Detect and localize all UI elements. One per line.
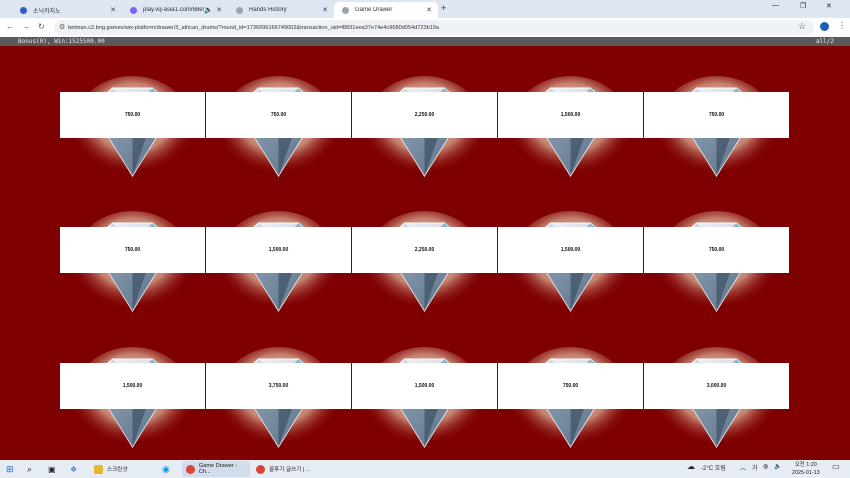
taskbar-app-label: 스크린샷 <box>107 467 128 473</box>
reload-icon[interactable]: ↻ <box>38 22 45 31</box>
prize-amount: 750.00 <box>206 92 351 138</box>
tab-title: Hands History <box>249 7 287 13</box>
game-status-bar: Bonus(0), Win:1525500.00 all/2 <box>0 37 850 46</box>
browser-tab-3[interactable]: Hands History ✕ <box>228 2 334 18</box>
prize-amount: 750.00 <box>644 92 789 138</box>
prize-cell: 750.00 <box>644 73 789 197</box>
prize-cell: 750.00 <box>60 73 205 197</box>
close-window-icon[interactable]: ✕ <box>826 2 832 10</box>
prize-cell: 1,500.00 <box>498 73 643 197</box>
volume-icon[interactable]: 🔈 <box>774 463 781 470</box>
clock-time: 오전 1:20 <box>794 462 817 468</box>
profile-avatar[interactable] <box>820 22 829 31</box>
prize-amount: 3,000.00 <box>644 363 789 409</box>
prize-amount: 1,500.00 <box>498 227 643 273</box>
weather-cloud-icon: ☁ <box>687 462 695 471</box>
prize-cell: 3,750.00 <box>206 344 351 460</box>
browser-tab-1[interactable]: 소닉카지노 ✕ <box>12 2 122 18</box>
prize-amount: 750.00 <box>644 227 789 273</box>
address-bar[interactable]: ⚙ betman.c2.bng.games/wix-platform/drawe… <box>54 20 814 35</box>
taskbar-app-screenshot[interactable]: 스크린샷 <box>90 461 156 477</box>
browser-tab-4[interactable]: Game Drawer ✕ <box>334 2 438 18</box>
prize-amount: 1,500.00 <box>206 227 351 273</box>
prize-amount: 1,500.00 <box>352 363 497 409</box>
system-clock[interactable]: 오전 1:20 2025-01-13 <box>792 461 820 477</box>
chrome-icon <box>186 464 195 474</box>
speaker-icon[interactable]: 🔈 <box>204 6 213 14</box>
windows-taskbar: ⊞ ⌕ ▣ ❖ 스크린샷 ◉ Game Drawer - Ch... 꿀후기 글… <box>0 460 850 478</box>
close-tab-icon[interactable]: ✕ <box>216 6 222 14</box>
prize-amount: 2,250.00 <box>352 92 497 138</box>
chrome-icon <box>256 464 265 474</box>
close-tab-icon[interactable]: ✕ <box>322 6 328 14</box>
search-icon[interactable]: ⌕ <box>27 460 32 478</box>
close-tab-icon[interactable]: ✕ <box>426 6 432 14</box>
show-hidden-icons-icon[interactable]: ︿ <box>740 463 746 472</box>
minimize-icon[interactable]: — <box>772 2 779 9</box>
prize-cell: 750.00 <box>498 344 643 460</box>
taskbar-app-chrome-game-drawer[interactable]: Game Drawer - Ch... <box>182 461 250 477</box>
notifications-icon[interactable]: ▭ <box>832 462 840 471</box>
prize-cell: 1,500.00 <box>206 208 351 332</box>
new-tab-icon[interactable]: + <box>441 3 446 13</box>
taskbar-app-chrome-review[interactable]: 꿀후기 글쓰기 | ... <box>252 461 322 477</box>
prize-cell: 750.00 <box>644 208 789 332</box>
bookmark-star-icon[interactable]: ☆ <box>798 21 806 32</box>
game-drawer-view: Bonus(0), Win:1525500.00 all/2 750.00 75… <box>0 37 850 460</box>
clock-date: 2025-01-13 <box>792 470 820 476</box>
browser-toolbar: ← → ↻ ⚙ betman.c2.bng.games/wix-platform… <box>0 18 850 37</box>
prize-cell: 2,250.00 <box>352 208 497 332</box>
prize-amount: 3,750.00 <box>206 363 351 409</box>
browser-tab-2[interactable]: play.vq-asia1.com/68e5c0 🔈 ✕ <box>122 2 228 18</box>
maximize-icon[interactable]: ❐ <box>800 2 806 10</box>
site-info-icon[interactable]: ⚙ <box>59 23 65 31</box>
ime-indicator[interactable]: 가 <box>752 463 758 472</box>
task-view-icon[interactable]: ▣ <box>48 460 56 478</box>
windows-start-icon[interactable]: ⊞ <box>6 460 14 478</box>
close-tab-icon[interactable]: ✕ <box>110 6 116 14</box>
url-text: betman.c2.bng.games/wix-platform/drawer/… <box>68 24 440 31</box>
prize-amount: 750.00 <box>60 227 205 273</box>
network-icon[interactable]: ◍ <box>763 463 768 470</box>
prize-amount: 1,500.00 <box>60 363 205 409</box>
browser-tab-strip: 소닉카지노 ✕ play.vq-asia1.com/68e5c0 🔈 ✕ Han… <box>0 0 850 18</box>
tab-title: 소닉카지노 <box>33 8 61 15</box>
prize-amount: 750.00 <box>498 363 643 409</box>
tab-title: Game Drawer <box>355 7 393 13</box>
prize-cell: 3,000.00 <box>644 344 789 460</box>
page-indicator: all/2 <box>815 38 834 45</box>
edge-icon[interactable]: ◉ <box>162 460 170 478</box>
folder-icon <box>94 464 103 474</box>
prize-cell: 1,500.00 <box>498 208 643 332</box>
weather-text[interactable]: -2°C 흐림 <box>701 463 726 472</box>
widgets-icon[interactable]: ❖ <box>70 460 77 478</box>
browser-menu-icon[interactable]: ⋮ <box>838 21 846 30</box>
prize-cell: 1,500.00 <box>60 344 205 460</box>
prize-amount: 2,250.00 <box>352 227 497 273</box>
globe-icon <box>342 6 349 14</box>
site-favicon <box>130 6 137 14</box>
taskbar-app-label: 꿀후기 글쓰기 | ... <box>269 467 311 473</box>
globe-icon <box>236 6 243 14</box>
bonus-win-readout: Bonus(0), Win:1525500.00 <box>18 38 105 45</box>
prize-amount: 750.00 <box>60 92 205 138</box>
tab-title: play.vq-asia1.com/68e5c0 <box>143 7 204 13</box>
prize-cell: 2,250.00 <box>352 73 497 197</box>
back-icon[interactable]: ← <box>6 22 14 31</box>
taskbar-app-label: Game Drawer - Ch... <box>198 463 238 475</box>
prize-cell: 750.00 <box>60 208 205 332</box>
prize-cell: 1,500.00 <box>352 344 497 460</box>
prize-amount: 1,500.00 <box>498 92 643 138</box>
prize-cell: 750.00 <box>206 73 351 197</box>
forward-icon[interactable]: → <box>22 22 30 31</box>
site-favicon <box>20 6 27 14</box>
